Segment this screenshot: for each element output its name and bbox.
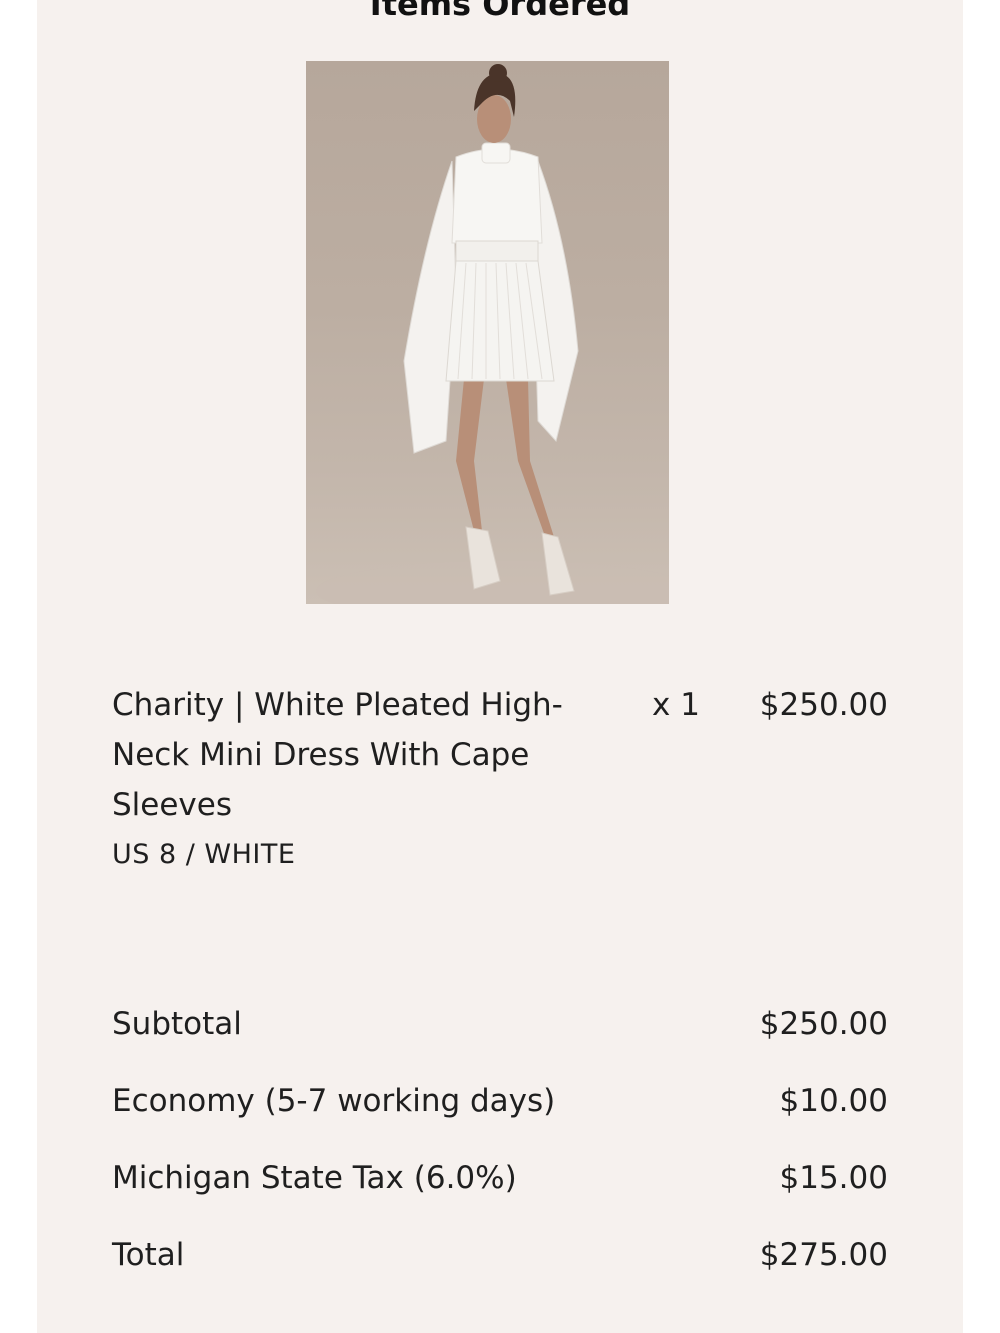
product-price: $250.00: [759, 687, 888, 723]
subtotal-label: Subtotal: [112, 1006, 242, 1042]
product-name[interactable]: Charity | White Pleated High-Neck Mini D…: [112, 680, 612, 830]
shipping-label: Economy (5-7 working days): [112, 1083, 556, 1119]
section-title: Items Ordered: [369, 0, 631, 23]
shipping-value: $10.00: [779, 1083, 888, 1119]
product-quantity: x 1: [652, 687, 700, 723]
total-label: Total: [112, 1237, 185, 1273]
items-ordered-panel: Items Ordered Charity | White Pleated Hi…: [37, 0, 963, 1333]
tax-row: Michigan State Tax (6.0%) $15.00: [112, 1153, 888, 1203]
tax-label: Michigan State Tax (6.0%): [112, 1160, 517, 1196]
tax-value: $15.00: [779, 1160, 888, 1196]
total-value: $275.00: [759, 1237, 888, 1273]
product-variant: US 8 / WHITE: [112, 839, 296, 870]
order-confirmation-page: Items Ordered Charity | White Pleated Hi…: [0, 0, 1000, 1333]
subtotal-row: Subtotal $250.00: [112, 999, 888, 1049]
shipping-row: Economy (5-7 working days) $10.00: [112, 1076, 888, 1126]
subtotal-value: $250.00: [759, 1006, 888, 1042]
product-image[interactable]: [306, 61, 669, 604]
total-row: Total $275.00: [112, 1230, 888, 1280]
